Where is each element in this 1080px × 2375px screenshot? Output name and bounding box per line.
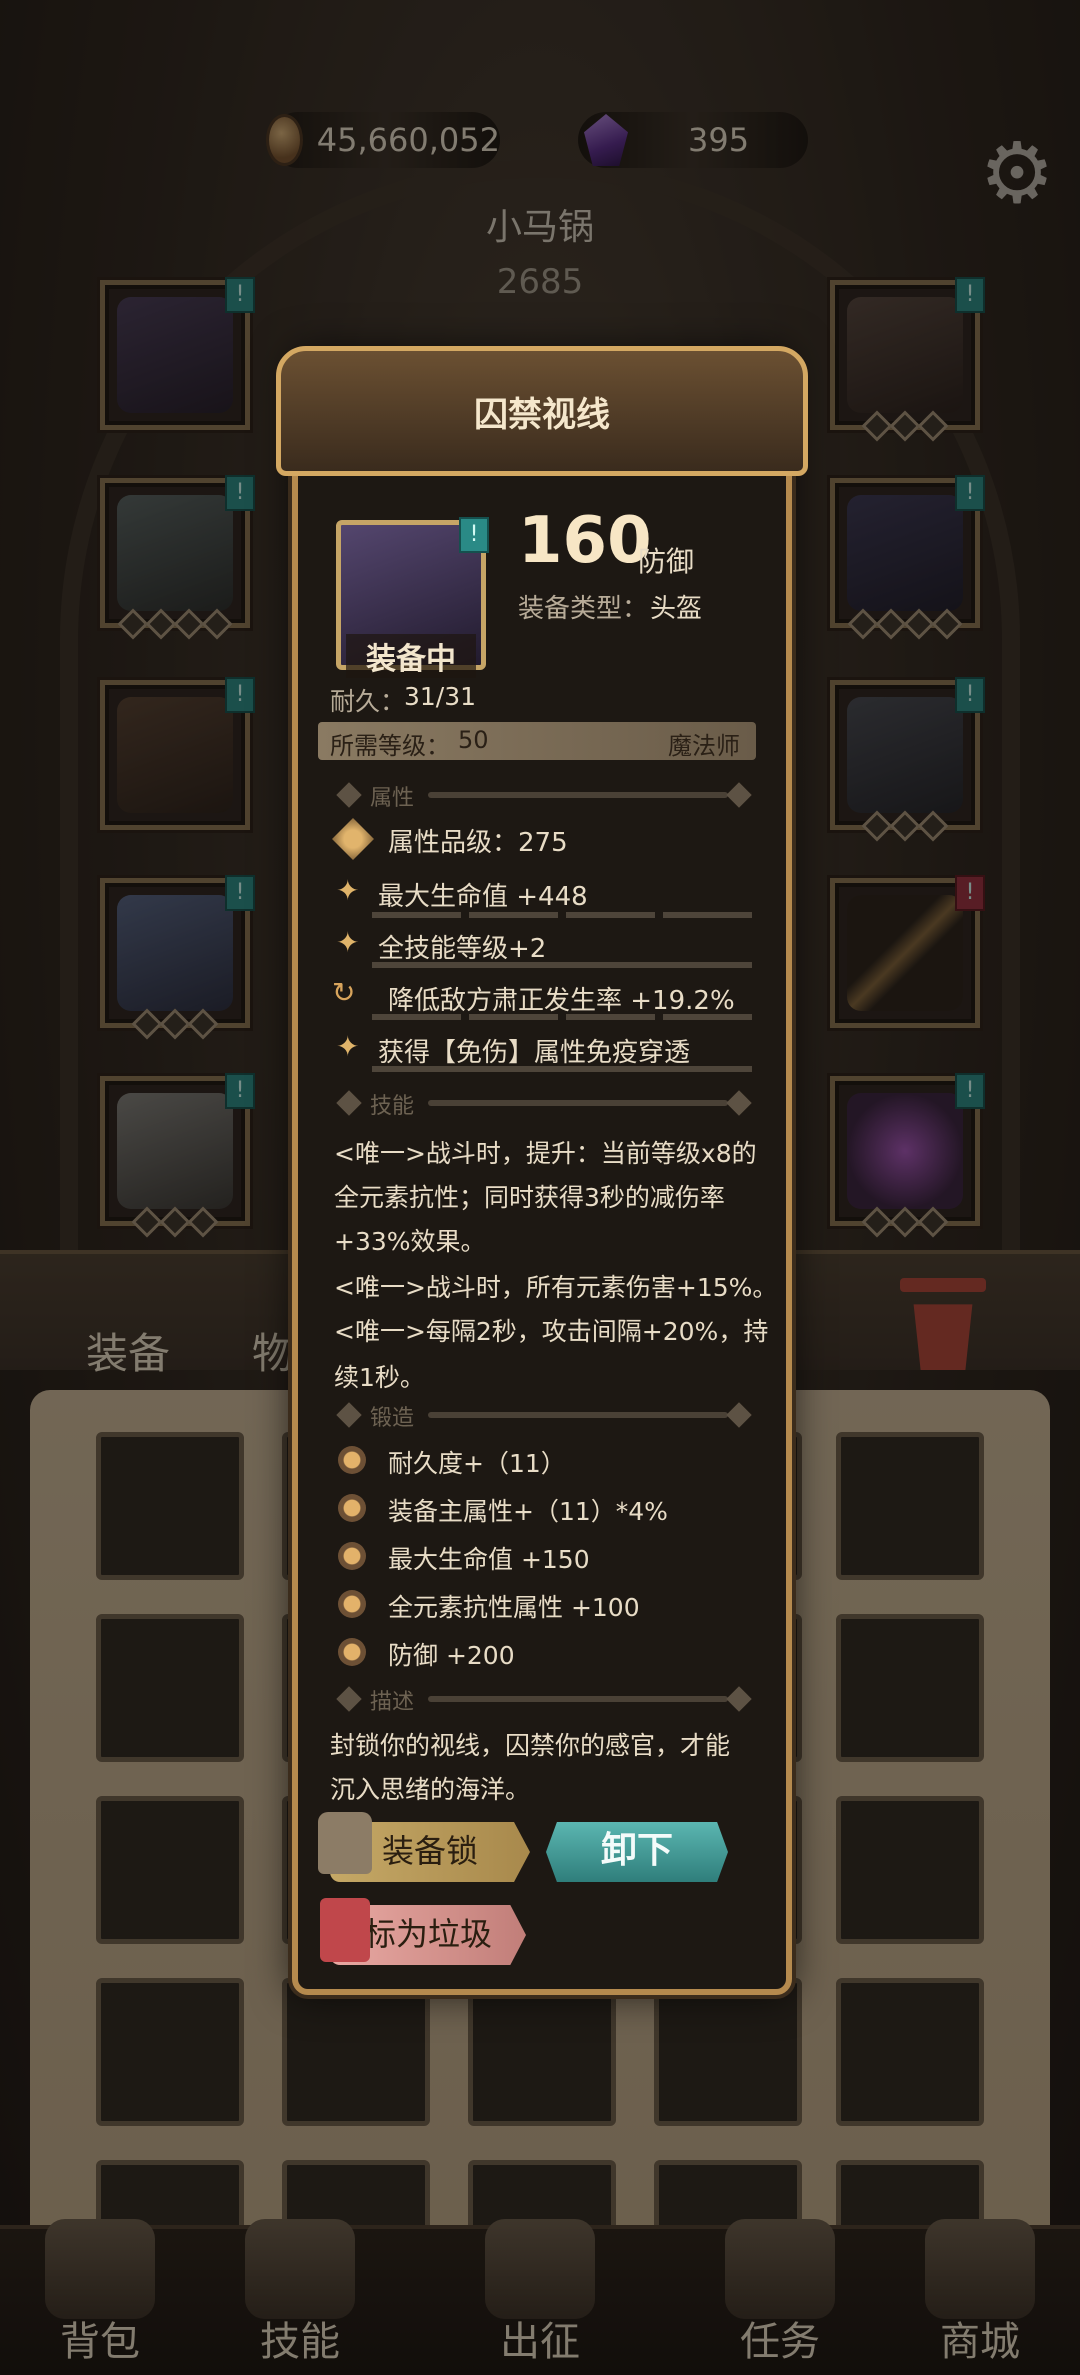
section-divider — [428, 1696, 728, 1702]
attribute-roll-bar — [372, 962, 752, 968]
lock-icon — [318, 1812, 372, 1874]
card-header: 囚禁视线 — [276, 346, 808, 476]
skill-text-line: +33%效果。 — [334, 1227, 486, 1256]
equip-tag-icon: ! — [459, 517, 489, 553]
star-bullet-icon: ✦ — [336, 926, 360, 959]
req-level-value: 50 — [458, 726, 489, 754]
forge-line: 防御 +200 — [388, 1641, 515, 1670]
attribute-line: 最大生命值 +448 — [378, 882, 588, 912]
star-bullet-icon: ✦ — [336, 1030, 360, 1063]
cycle-bullet-icon: ↻ — [332, 976, 356, 1009]
forge-dot-icon — [338, 1446, 366, 1474]
section-divider — [428, 792, 728, 798]
attribute-grade: 属性品级：275 — [388, 828, 568, 858]
star-bullet-icon: ✦ — [336, 874, 360, 907]
attribute-roll-bar — [372, 1066, 752, 1072]
forge-line: 耐久度+（11） — [388, 1449, 566, 1478]
section-skills-title: 技能 — [370, 1094, 415, 1119]
forge-dot-icon — [338, 1542, 366, 1570]
durability-label: 耐久： — [330, 687, 406, 716]
lantern-junk-icon — [320, 1898, 370, 1962]
item-stat-value: 160 — [518, 504, 652, 578]
item-type-value: 头盔 — [650, 594, 703, 624]
attribute-line: 全技能等级+2 — [378, 934, 547, 964]
skill-text-line: <唯一>战斗时，提升：当前等级x8的 — [334, 1139, 757, 1168]
description-line: 封锁你的视线，囚禁你的感官，才能 — [330, 1731, 731, 1760]
forge-dot-icon — [338, 1590, 366, 1618]
skill-text-line: 续1秒。 — [334, 1363, 425, 1392]
section-divider — [428, 1100, 728, 1106]
item-type-label: 装备类型： — [518, 594, 649, 624]
attribute-roll-bar — [372, 912, 752, 918]
section-description-title: 描述 — [370, 1690, 415, 1715]
forge-line: 装备主属性+（11）*4% — [388, 1497, 668, 1526]
durability-value: 31/31 — [404, 682, 477, 711]
forge-dot-icon — [338, 1494, 366, 1522]
forge-line: 最大生命值 +150 — [388, 1545, 590, 1574]
item-name: 囚禁视线 — [474, 395, 610, 435]
req-level-label: 所需等级： — [330, 732, 450, 760]
skill-text-line: <唯一>战斗时，所有元素伤害+15%。 — [334, 1273, 778, 1302]
description-line: 沉入思绪的海洋。 — [330, 1775, 531, 1804]
skill-text-line: 全元素抗性；同时获得3秒的减伤率 — [334, 1183, 725, 1212]
skill-text-line: <唯一>每隔2秒，攻击间隔+20%，持 — [334, 1317, 769, 1346]
unequip-button[interactable]: 卸下 — [546, 1822, 728, 1882]
section-divider — [428, 1412, 728, 1418]
attribute-line: 降低敌方肃正发生率 +19.2% — [388, 986, 735, 1016]
forge-dot-icon — [338, 1638, 366, 1666]
attribute-roll-bar — [372, 1014, 752, 1020]
req-class: 魔法师 — [668, 732, 740, 760]
forge-line: 全元素抗性属性 +100 — [388, 1593, 640, 1622]
item-stat-unit: 防御 — [638, 545, 695, 578]
attribute-line: 获得【免伤】属性免疫穿透 — [378, 1038, 691, 1068]
section-attributes-title: 属性 — [370, 786, 415, 811]
equipped-status: 装备中 — [346, 634, 476, 678]
section-forge-title: 锻造 — [370, 1406, 415, 1431]
